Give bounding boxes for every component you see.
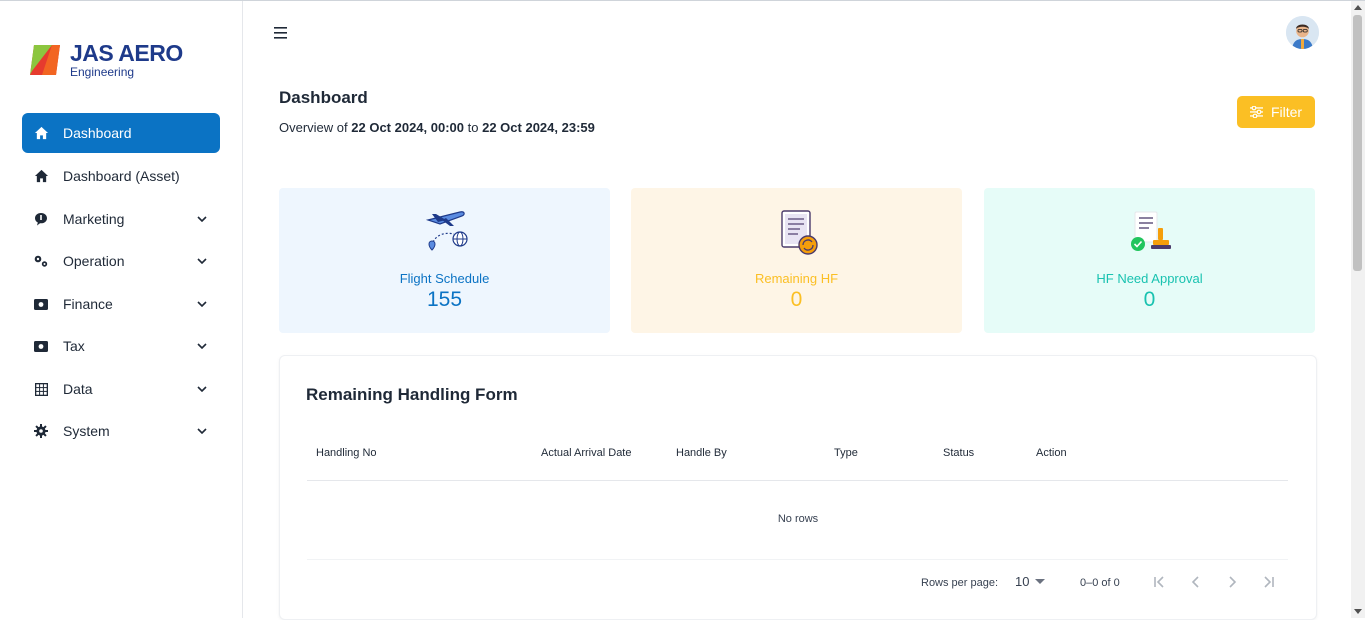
chat-icon: [33, 211, 49, 227]
last-page-icon: [1264, 576, 1274, 588]
card-value: 155: [426, 288, 463, 311]
money-icon: [33, 296, 49, 312]
sidebar-item-dashboard[interactable]: Dashboard: [22, 113, 220, 153]
chevron-down-icon: [196, 340, 208, 352]
empty-state-text: No rows: [777, 513, 819, 525]
card-label: HF Need Approval: [1096, 271, 1203, 286]
caret-down-icon: [1035, 578, 1046, 584]
rows-per-page-value: 10: [1015, 574, 1030, 589]
chevron-down-icon: [196, 425, 208, 437]
sidebar-item-label: Finance: [63, 296, 113, 312]
column-header[interactable]: Handling No: [316, 447, 377, 459]
card-hf-need-approval[interactable]: HF Need Approval 0: [984, 188, 1315, 333]
card-flight-schedule[interactable]: Flight Schedule 155: [279, 188, 610, 333]
column-header[interactable]: Actual Arrival Date: [541, 447, 631, 459]
filter-button[interactable]: Filter: [1237, 96, 1315, 128]
sidebar-item-label: System: [63, 423, 110, 439]
sidebar-item-label: Dashboard: [63, 125, 132, 141]
gear-icon: [33, 423, 49, 439]
first-page-button[interactable]: [1152, 574, 1168, 590]
chevron-down-icon: [196, 298, 208, 310]
sidebar-item-label: Data: [63, 381, 93, 397]
home-icon: [33, 125, 49, 141]
chevron-right-icon: [1229, 576, 1237, 588]
brand-logo[interactable]: JAS AERO Engineering: [30, 40, 190, 81]
brand-subtitle: Engineering: [70, 65, 135, 79]
card-label: Flight Schedule: [399, 271, 490, 286]
brand-name: JAS AERO: [70, 40, 183, 66]
card-label: Remaining HF: [754, 271, 839, 286]
page-title: Dashboard: [279, 88, 368, 107]
sidebar-item-dashboard-asset[interactable]: Dashboard (Asset): [22, 156, 220, 196]
remaining-handling-form-panel: Remaining Handling Form Handling No Actu…: [279, 355, 1317, 620]
chevron-left-icon: [1191, 576, 1199, 588]
sidebar-item-data[interactable]: Data: [22, 369, 220, 409]
rows-per-page-label: Rows per page:: [921, 577, 999, 589]
home-icon: [33, 168, 49, 184]
sidebar-item-label: Tax: [63, 338, 85, 354]
sidebar-item-operation[interactable]: Operation: [22, 241, 220, 281]
last-page-button[interactable]: [1260, 574, 1276, 590]
card-remaining-hf[interactable]: Remaining HF 0: [631, 188, 962, 333]
card-value: 0: [790, 288, 803, 311]
column-header[interactable]: Action: [1036, 447, 1067, 459]
sidebar: JAS AERO Engineering Dashboard Dashboard…: [0, 1, 243, 618]
hamburger-icon[interactable]: [272, 24, 290, 42]
overview-text: Overview of 22 Oct 2024, 00:00 to 22 Oct…: [279, 120, 595, 135]
sidebar-item-tax[interactable]: Tax: [22, 326, 220, 366]
sidebar-item-label: Marketing: [63, 211, 125, 227]
header-divider: [307, 480, 1288, 481]
date-to: 22 Oct 2024, 23:59: [482, 120, 595, 135]
airplane-globe-icon: [425, 211, 468, 251]
chevron-down-icon: [196, 213, 208, 225]
pagination-range: 0–0 of 0: [1080, 577, 1120, 589]
gears-icon: [33, 253, 49, 269]
sidebar-item-finance[interactable]: Finance: [22, 284, 220, 324]
document-refresh-icon: [780, 210, 818, 255]
column-header[interactable]: Type: [834, 447, 858, 459]
sidebar-item-marketing[interactable]: Marketing: [22, 199, 220, 239]
date-separator: to: [467, 120, 479, 135]
approval-stamp-icon: [1130, 211, 1171, 251]
overview-prefix: Overview of: [279, 120, 348, 135]
chevron-down-icon: [196, 255, 208, 267]
logo-mark-icon: [30, 45, 60, 75]
scroll-up-icon[interactable]: [1354, 5, 1362, 10]
user-avatar[interactable]: [1286, 16, 1319, 49]
previous-page-button[interactable]: [1188, 574, 1204, 590]
column-header[interactable]: Status: [943, 447, 974, 459]
page-scrollbar[interactable]: [1351, 1, 1365, 618]
next-page-button[interactable]: [1224, 574, 1240, 590]
money-icon: [33, 338, 49, 354]
sidebar-item-label: Dashboard (Asset): [63, 168, 180, 184]
rows-per-page-select[interactable]: 10: [1015, 574, 1046, 589]
filter-label: Filter: [1270, 104, 1303, 120]
sidebar-item-label: Operation: [63, 253, 125, 269]
scroll-down-icon[interactable]: [1354, 609, 1362, 614]
date-from: 22 Oct 2024, 00:00: [351, 120, 465, 135]
first-page-icon: [1154, 576, 1164, 588]
chevron-down-icon: [196, 383, 208, 395]
sidebar-item-system[interactable]: System: [22, 411, 220, 451]
scroll-thumb[interactable]: [1353, 15, 1362, 271]
table-icon: [33, 381, 49, 397]
panel-title: Remaining Handling Form: [306, 385, 518, 404]
sliders-icon: [1249, 106, 1263, 118]
column-header[interactable]: Handle By: [676, 447, 727, 459]
card-value: 0: [1143, 288, 1156, 311]
table-footer-divider: [307, 559, 1288, 560]
